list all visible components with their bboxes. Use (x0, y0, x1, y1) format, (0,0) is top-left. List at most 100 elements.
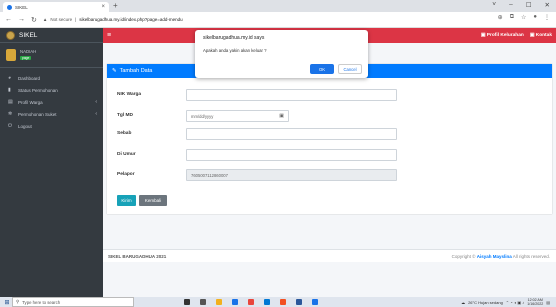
weather-text[interactable]: 26°C Hujan sedang (468, 300, 503, 305)
dialog-message: Apakah anda yakin akan keluar ? (203, 48, 267, 53)
tgl-md-date-input[interactable]: mm/dd/yyyy ▣ (186, 110, 289, 122)
submit-button[interactable]: Kirim (117, 195, 136, 206)
footer-left: SIKEL BARUGADHUA 2021 (108, 253, 167, 259)
ok-button[interactable]: OK (310, 64, 334, 74)
nav-link-kontak[interactable]: ▣ Kontak (530, 33, 552, 38)
table-icon: ▤ (8, 99, 13, 105)
tgl-md-label: Tgl MD (117, 113, 133, 118)
windows-start-icon[interactable]: ⊞ (2, 299, 12, 306)
footer-right: Copyright © Aisyah Mayslina All rights r… (451, 253, 550, 259)
address-bar-row: ← → ↻ ▲ Not secure | sikelbarugadhua.my.… (0, 12, 556, 28)
nik-warga-input[interactable] (186, 89, 397, 101)
taskbar-search[interactable]: ⚲ Type here to search (12, 297, 134, 307)
maximize-icon[interactable]: ☐ (526, 1, 532, 9)
taskbar-app-icon[interactable] (200, 299, 206, 305)
window-controls: ˅ – ☐ ✕ (492, 1, 550, 9)
author-link[interactable]: Aisyah Mayslina (477, 254, 512, 259)
tray-icons[interactable]: ⌃ ◔ ◑ ▣ ♪ (506, 300, 524, 305)
cancel-button[interactable]: Cancel (338, 64, 362, 74)
sidebar-item-label: Status Permohonan (18, 87, 58, 93)
user-badge: page (20, 56, 32, 60)
nik-warga-label: NIK Warga (117, 92, 142, 97)
tab-close-icon[interactable]: × (101, 4, 105, 10)
minimize-icon[interactable]: – (509, 1, 513, 9)
favicon-icon (7, 4, 12, 10)
edit-icon: ✎ (112, 68, 117, 74)
page-footer: SIKEL BARUGADHUA 2021 Copyright © Aisyah… (103, 249, 556, 262)
windows-taskbar: ⊞ ⚲ Type here to search ☁ 26°C Hujan sed… (0, 297, 556, 307)
user-name: NADIAH (20, 49, 37, 54)
clock[interactable]: 12:02 AM 1/16/2022 (527, 298, 543, 306)
tab-search-icon[interactable]: ˅ (492, 1, 496, 9)
contact-icon: ▣ (529, 33, 535, 38)
file-icon: ▮ (8, 87, 11, 93)
hamburger-menu-icon[interactable]: ≡ (107, 32, 111, 39)
brand-logo-icon (6, 30, 15, 40)
confirm-dialog: sikelbarugadhua.my.id says Apakah anda y… (195, 30, 368, 78)
taskbar-app-icon[interactable] (248, 299, 254, 305)
close-window-icon[interactable]: ✕ (545, 1, 550, 9)
cogs-icon: ✲ (8, 111, 13, 117)
taskbar-app-icon[interactable] (232, 299, 238, 305)
system-tray: ☁ 26°C Hujan sedang ⌃ ◔ ◑ ▣ ♪ 12:02 AM 1… (461, 298, 550, 306)
star-icon[interactable]: ☆ (521, 14, 526, 21)
share-icon[interactable]: ⧉ (510, 14, 514, 21)
sidebar-item-profil-warga[interactable]: ▤ Profil Warga ‹ (0, 96, 103, 108)
sidebar-item-label: Profil Warga (18, 99, 43, 105)
taskbar-app-icon[interactable] (296, 299, 302, 305)
sidebar-item-label: Logout (18, 123, 32, 129)
taskbar-app-icon[interactable] (264, 299, 270, 305)
avatar (6, 49, 16, 61)
sidebar-item-status-permohonan[interactable]: ▮ Status Permohonan (0, 84, 103, 96)
back-button[interactable]: Kembali (139, 195, 167, 206)
zoom-icon[interactable]: ⊕ (498, 14, 503, 21)
dashboard-icon: ◕ (8, 75, 12, 81)
chevron-left-icon: ‹ (95, 111, 97, 117)
taskbar-app-icon[interactable] (312, 299, 318, 305)
sidebar-item-dashboard[interactable]: ◕ Dashboard (0, 72, 103, 84)
sidebar-item-label: Dashboard (18, 75, 41, 81)
brand-link[interactable]: SIKEL (0, 28, 103, 43)
omnibox[interactable]: ▲ Not secure | sikelbarugadhua.my.id/ind… (43, 15, 496, 25)
url-text: sikelbarugadhua.my.id/index.php?page=add… (79, 17, 183, 22)
back-icon[interactable]: ← (5, 16, 12, 23)
di-umur-input[interactable] (186, 149, 397, 161)
browser-toolbar-icons: ⊕ ⧉ ☆ ● ⋮ (498, 14, 550, 21)
calendar-icon[interactable]: ▣ (279, 113, 284, 119)
taskbar-app-icon[interactable] (216, 299, 222, 305)
tab-title: SIKEL (15, 4, 28, 10)
browser-tab[interactable]: SIKEL × (3, 2, 109, 12)
sebab-input[interactable] (186, 128, 397, 140)
chevron-left-icon: ‹ (95, 99, 97, 105)
forward-icon[interactable]: → (18, 16, 25, 23)
user-panel[interactable]: NADIAH page (0, 43, 103, 68)
pelapor-label: Pelapor (117, 172, 135, 177)
taskbar-app-icon[interactable] (280, 299, 286, 305)
security-label: Not secure (50, 17, 73, 22)
warning-icon: ▲ (42, 17, 48, 22)
date-placeholder: mm/dd/yyyy (191, 113, 214, 119)
sidebar-item-logout[interactable]: ⏻ Logout (0, 120, 103, 132)
reload-icon[interactable]: ↻ (31, 16, 37, 24)
taskbar-app-icon[interactable] (184, 299, 190, 305)
nav-link-profil-kelurahan[interactable]: ▣ Profil Kelurahan (481, 33, 524, 38)
sebab-label: Sebab (117, 131, 132, 136)
dialog-title: sikelbarugadhua.my.id says (203, 35, 265, 41)
id-card-icon: ▣ (480, 33, 486, 38)
sidebar-item-permohonan-suket[interactable]: ✲ Permohonan Suket ‹ (0, 108, 103, 120)
weather-icon: ☁ (461, 299, 466, 305)
pelapor-input[interactable]: 7605007112860007 (186, 169, 397, 181)
search-icon: ⚲ (16, 299, 20, 304)
search-placeholder: Type here to search (22, 299, 61, 305)
logout-icon: ⏻ (8, 123, 12, 129)
card-title: Tambah Data (119, 68, 153, 74)
di-umur-label: Di Umur (117, 152, 136, 157)
notification-icon[interactable]: ▤ (546, 300, 550, 305)
new-tab-button[interactable]: + (113, 1, 118, 10)
more-menu-icon[interactable]: ⋮ (544, 14, 550, 21)
brand-text: SIKEL (19, 31, 38, 39)
sidebar: SIKEL NADIAH page ◕ Dashboard ▮ Status P… (0, 28, 103, 297)
sidebar-item-label: Permohonan Suket (18, 111, 57, 117)
pinned-apps (184, 299, 318, 305)
profile-icon[interactable]: ● (533, 14, 537, 21)
